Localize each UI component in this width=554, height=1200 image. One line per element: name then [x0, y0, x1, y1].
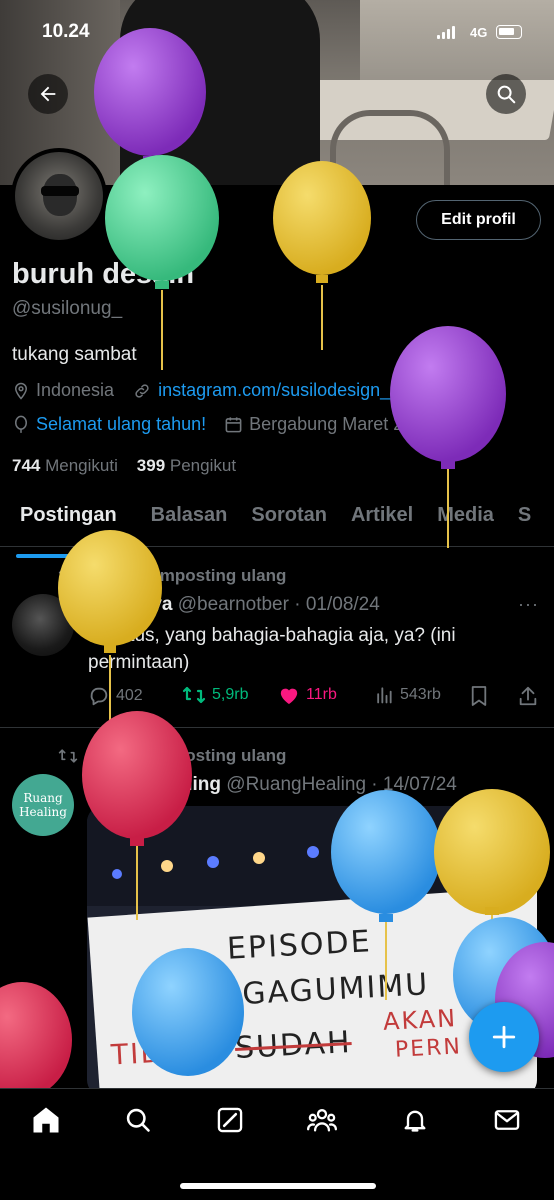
balloon-yellow-1 — [273, 161, 371, 350]
profile-tabs: Postingan Balasan Sorotan Artikel Media … — [0, 492, 554, 558]
banner-chair — [330, 110, 450, 185]
more-options-icon[interactable]: ··· — [518, 594, 539, 615]
mail-icon — [494, 1110, 520, 1130]
post-header-2: Ruang Healing @RuangHealing · 14/07/24 — [88, 774, 457, 796]
bell-icon — [404, 1110, 426, 1132]
home-indicator — [180, 1183, 376, 1189]
reply-count: 402 — [116, 687, 143, 704]
like-count: 11rb — [306, 686, 337, 703]
views-action[interactable]: 543rb — [374, 685, 441, 705]
profile-meta-row-1: Indonesia instagram.com/susilodesign_/..… — [12, 380, 410, 401]
repost-active-icon — [182, 686, 206, 704]
post-avatar[interactable] — [12, 594, 74, 656]
edit-profile-button[interactable]: Edit profil — [416, 200, 541, 240]
search-button[interactable] — [486, 74, 526, 114]
joined-date: Bergabung Maret 2018 — [249, 414, 434, 434]
status-bar: 10.24 4G — [0, 18, 554, 48]
back-arrow-icon — [40, 86, 56, 102]
following-label[interactable]: Mengikuti — [45, 456, 118, 475]
birthday-link[interactable]: Selamat ulang tahun! — [36, 414, 206, 435]
reply-icon — [90, 687, 108, 706]
communities-icon — [307, 1109, 337, 1132]
link-icon — [135, 383, 149, 398]
search-icon — [126, 1108, 150, 1132]
status-time: 10.24 — [42, 21, 90, 42]
avatar-text-1: Ruang — [23, 791, 63, 805]
repost-action[interactable]: 5,9rb — [182, 685, 248, 705]
tab-posts[interactable]: Postingan — [0, 492, 129, 558]
followers-label[interactable]: Pengikut — [170, 456, 236, 475]
post-text: agustus, yang bahagia-bahagia aja, ya? (… — [88, 625, 456, 673]
balloon-red-2 — [0, 982, 72, 1098]
tab-more[interactable]: S — [508, 492, 541, 546]
post-author[interactable]: Ruang Healing — [88, 774, 221, 795]
avatar-glasses — [41, 186, 79, 196]
post-avatar-ruang-healing[interactable]: Ruang Healing — [12, 774, 74, 836]
search-icon — [497, 85, 516, 104]
sign-line-3-right: AKAN — [382, 1004, 458, 1036]
repost-icon — [58, 569, 78, 583]
profile-name: buruh desain — [12, 258, 195, 290]
repost-label: Anda memposting ulang — [88, 746, 287, 765]
post-handle-date: @RuangHealing · 14/07/24 — [226, 774, 457, 795]
repost-label: Anda memposting ulang — [88, 566, 287, 585]
repost-indicator: Anda memposting ulang — [58, 566, 286, 586]
repost-indicator-2: Anda memposting ulang — [58, 746, 286, 766]
profile-meta-row-2: Selamat ulang tahun! Bergabung Maret 201… — [12, 414, 433, 435]
following-count[interactable]: 744 — [12, 456, 40, 475]
compose-post-button[interactable] — [469, 1002, 539, 1072]
nav-notifications[interactable] — [400, 1105, 430, 1135]
back-button[interactable] — [28, 74, 68, 114]
sign-line-4-right: PERN — [394, 1034, 463, 1063]
profile-location: Indonesia — [36, 380, 115, 400]
post-media[interactable]: EPISODE MENGAGUMIMU TIDAK SUDAH AKAN PER… — [87, 806, 537, 1096]
like-action[interactable]: 11rb — [278, 685, 337, 705]
plus-icon — [492, 1025, 516, 1049]
followers-count[interactable]: 399 — [137, 456, 165, 475]
repost-count: 5,9rb — [212, 686, 249, 703]
profile-handle: @susilonug_ — [12, 298, 123, 319]
balloon-icon — [15, 415, 27, 433]
tab-highlights[interactable]: Sorotan — [241, 492, 337, 546]
nav-grok[interactable] — [215, 1105, 245, 1135]
follow-stats: 744 Mengikuti 399 Pengikut — [12, 456, 236, 476]
nav-communities[interactable] — [307, 1105, 337, 1135]
nav-messages[interactable] — [492, 1105, 522, 1135]
bookmark-action[interactable] — [470, 685, 488, 707]
share-action[interactable] — [517, 685, 539, 707]
nav-home[interactable] — [31, 1105, 61, 1135]
battery-icon — [496, 25, 522, 39]
profile-website-link[interactable]: instagram.com/susilodesign_/... — [158, 380, 410, 401]
nav-explore[interactable] — [123, 1105, 153, 1135]
tab-replies[interactable]: Balasan — [141, 492, 238, 546]
avatar-text-2: Healing — [19, 805, 67, 819]
home-icon — [33, 1107, 59, 1133]
bookmark-icon — [471, 686, 487, 706]
post-handle-date: @bearnotber · 01/08/24 — [177, 594, 380, 615]
repost-icon — [58, 749, 78, 763]
location-pin-icon — [14, 382, 28, 400]
share-icon — [519, 686, 537, 706]
post-actions: 402 5,9rb 11rb 543rb — [88, 685, 538, 711]
tab-articles[interactable]: Artikel — [341, 492, 423, 546]
heart-filled-icon — [280, 688, 298, 705]
profile-avatar[interactable] — [11, 148, 107, 244]
post-divider — [0, 727, 554, 728]
grok-icon — [217, 1107, 243, 1133]
post-author[interactable]: bernadya — [88, 594, 172, 615]
views-count: 543rb — [400, 686, 441, 703]
sign-line-3-prefix: TIDAK — [110, 1033, 206, 1072]
network-label: 4G — [470, 25, 488, 40]
tab-media[interactable]: Media — [427, 492, 504, 546]
profile-bio: tukang sambat — [12, 344, 137, 365]
post-header: bernadya @bearnotber · 01/08/24 — [88, 594, 380, 616]
signal-icon — [437, 26, 455, 39]
views-icon — [377, 687, 392, 704]
calendar-icon — [225, 417, 242, 433]
reply-action[interactable]: 402 — [88, 685, 143, 707]
sign-line-3-strike: SUDAH — [234, 1024, 353, 1067]
